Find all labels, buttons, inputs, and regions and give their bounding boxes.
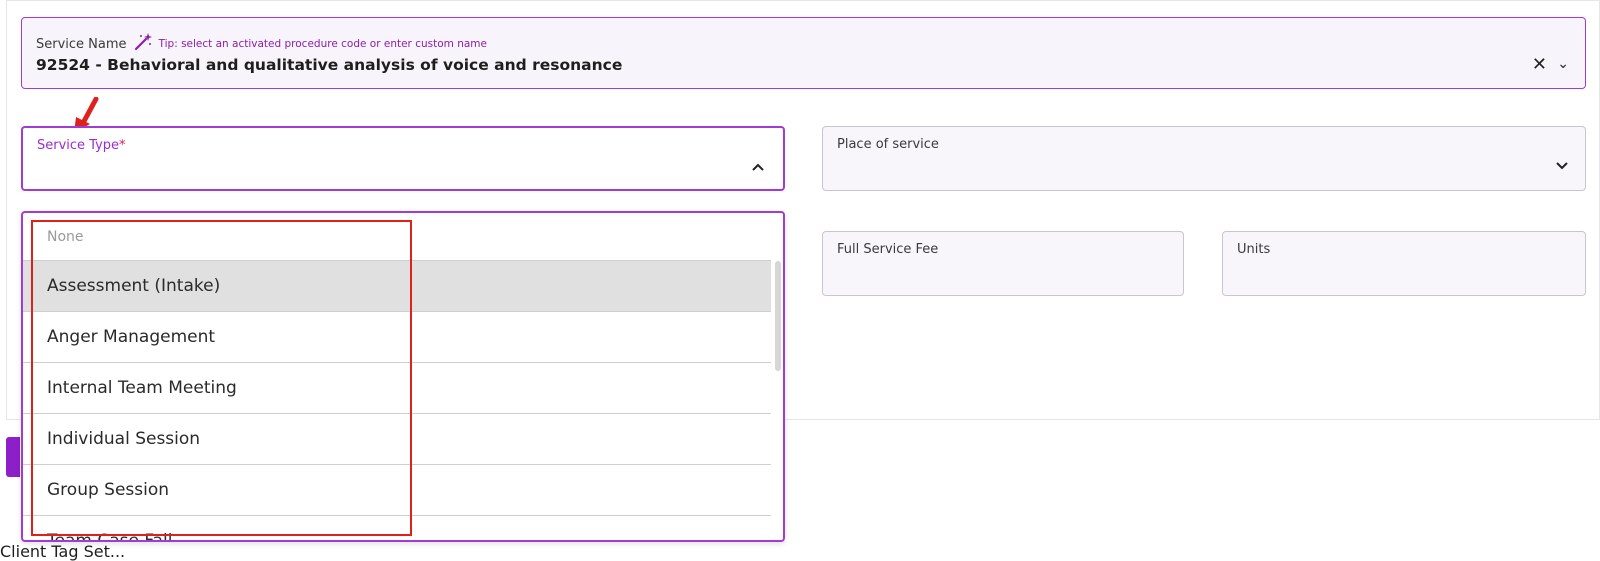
service-name-tip: Tip: select an activated procedure code …	[158, 38, 487, 50]
primary-action-button[interactable]	[6, 437, 20, 477]
chevron-down-icon[interactable]: ⌄	[1557, 56, 1569, 72]
service-name-label-row: Service Name Tip: select an activated pr…	[36, 32, 487, 56]
service-name-value[interactable]: 92524 - Behavioral and qualitative analy…	[36, 56, 622, 74]
place-of-service-select[interactable]: Place of service	[822, 126, 1586, 191]
full-service-fee-field[interactable]: Full Service Fee	[822, 231, 1184, 296]
service-name-field[interactable]: Service Name Tip: select an activated pr…	[21, 17, 1586, 89]
dropdown-scrollbar[interactable]	[775, 261, 781, 371]
place-of-service-label: Place of service	[837, 137, 939, 152]
required-asterisk: *	[119, 138, 126, 153]
chevron-up-icon[interactable]	[751, 160, 765, 176]
units-field[interactable]: Units	[1222, 231, 1586, 296]
service-type-select[interactable]: Service Type*	[21, 126, 785, 191]
close-icon[interactable]: ✕	[1532, 54, 1547, 75]
units-label: Units	[1237, 242, 1271, 257]
service-type-label-row: Service Type*	[37, 138, 126, 153]
service-name-label: Service Name	[36, 36, 127, 52]
magic-wand-icon	[133, 32, 153, 56]
service-type-label: Service Type	[37, 138, 120, 153]
chevron-down-icon[interactable]	[1555, 159, 1569, 175]
annotation-highlight-box	[31, 220, 412, 536]
full-service-fee-label: Full Service Fee	[837, 242, 939, 257]
